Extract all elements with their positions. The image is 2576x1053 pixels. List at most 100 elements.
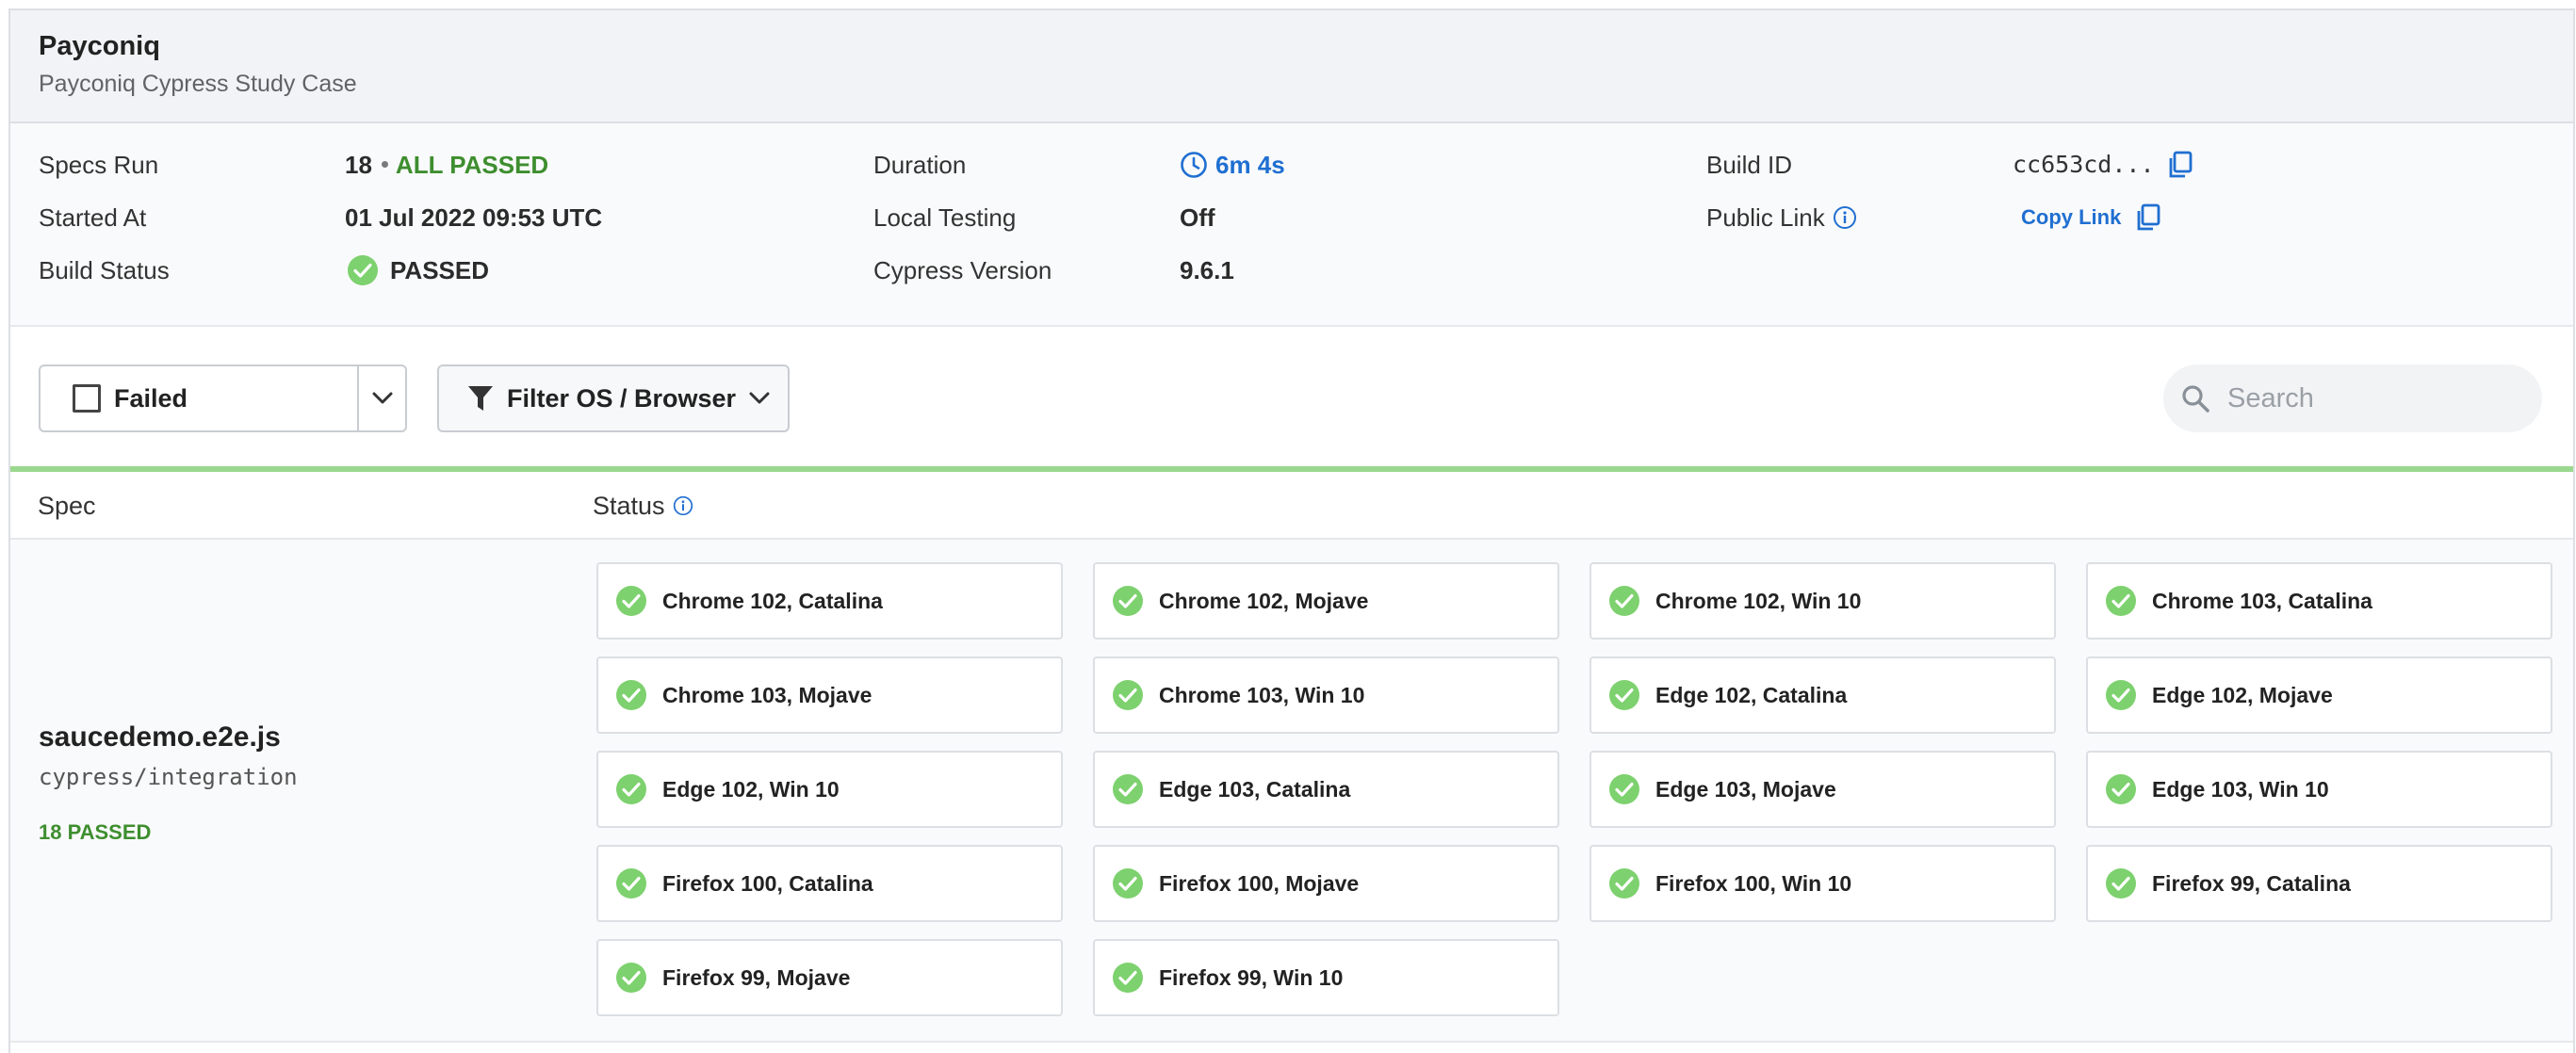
- check-circle-icon: [616, 680, 646, 710]
- duration-text: 6m 4s: [1215, 151, 1285, 179]
- public-link-row: Public Link: [1706, 201, 1857, 235]
- run-card-label: Firefox 100, Mojave: [1159, 870, 1360, 896]
- failed-filter-dropdown: Failed: [39, 364, 407, 432]
- run-card-label: Chrome 103, Mojave: [662, 682, 872, 707]
- check-circle-icon: [1113, 680, 1143, 710]
- run-card[interactable]: Edge 102, Win 10: [596, 751, 1063, 828]
- spec-row: saucedemo.e2e.js cypress/integration 18 …: [10, 540, 2573, 1043]
- specs-run-row: Specs Run: [39, 148, 158, 182]
- run-card[interactable]: Edge 102, Catalina: [1590, 656, 2056, 734]
- started-at-value: 01 Jul 2022 09:53 UTC: [345, 203, 603, 232]
- run-card-label: Firefox 99, Win 10: [1159, 964, 1344, 990]
- run-card[interactable]: Firefox 99, Catalina: [2086, 845, 2552, 922]
- run-card-label: Firefox 100, Catalina: [662, 870, 873, 896]
- local-testing-value: Off: [1180, 203, 1215, 232]
- spec-info: saucedemo.e2e.js cypress/integration 18 …: [39, 719, 298, 845]
- table-header: Spec Status: [10, 472, 2573, 540]
- duration-label: Duration: [873, 151, 967, 179]
- run-card-label: Chrome 102, Catalina: [662, 588, 883, 613]
- run-card-label: Chrome 102, Win 10: [1655, 588, 1862, 613]
- run-card[interactable]: Edge 103, Catalina: [1093, 751, 1559, 828]
- specs-run-count: 18: [345, 151, 372, 179]
- build-status-row: Build Status: [39, 253, 170, 287]
- spec-passed-count: 18 PASSED: [39, 820, 152, 844]
- search-icon: [2182, 385, 2209, 413]
- separator-dot: [381, 160, 388, 168]
- run-card-label: Firefox 99, Mojave: [662, 964, 851, 990]
- run-card[interactable]: Chrome 103, Win 10: [1093, 656, 1559, 734]
- info-icon[interactable]: [1833, 205, 1857, 230]
- run-card-label: Chrome 102, Mojave: [1159, 588, 1369, 613]
- run-card[interactable]: Firefox 99, Mojave: [596, 939, 1063, 1016]
- run-card-label: Firefox 99, Catalina: [2152, 870, 2351, 896]
- run-card-label: Chrome 103, Win 10: [1159, 682, 1365, 707]
- run-card[interactable]: Chrome 102, Mojave: [1093, 562, 1559, 640]
- run-card-label: Edge 102, Mojave: [2152, 682, 2333, 707]
- run-card[interactable]: Chrome 103, Catalina: [2086, 562, 2552, 640]
- filter-os-browser-button[interactable]: Filter OS / Browser: [437, 364, 790, 432]
- check-circle-icon: [2106, 586, 2136, 616]
- check-circle-icon: [348, 255, 378, 285]
- spec-name[interactable]: saucedemo.e2e.js: [39, 719, 298, 756]
- specs-run-value: 18 ALL PASSED: [345, 148, 548, 182]
- failed-filter-toggle[interactable]: Failed: [41, 366, 359, 430]
- check-circle-icon: [1113, 963, 1143, 993]
- chevron-down-icon: [749, 392, 770, 404]
- run-card-label: Edge 103, Mojave: [1655, 776, 1836, 802]
- build-status-text: PASSED: [390, 256, 489, 284]
- copy-link-control: Copy Link: [2021, 201, 2162, 235]
- run-card-label: Edge 103, Win 10: [2152, 776, 2329, 802]
- build-status-label: Build Status: [39, 256, 170, 284]
- copy-link-icon[interactable]: [2134, 202, 2162, 233]
- info-icon[interactable]: [673, 495, 693, 516]
- check-circle-icon: [2106, 680, 2136, 710]
- build-id-value: cc653cd...: [2013, 148, 2194, 182]
- check-circle-icon: [1113, 586, 1143, 616]
- project-title: Payconiq: [39, 31, 160, 61]
- run-card[interactable]: Edge 102, Mojave: [2086, 656, 2552, 734]
- run-card[interactable]: Firefox 100, Mojave: [1093, 845, 1559, 922]
- build-id-label: Build ID: [1706, 151, 1793, 179]
- started-at-row: Started At: [39, 201, 146, 235]
- chevron-down-icon: [372, 392, 392, 404]
- run-card[interactable]: Firefox 100, Catalina: [596, 845, 1063, 922]
- project-subtitle: Payconiq Cypress Study Case: [39, 71, 357, 97]
- duration-value: 6m 4s: [1180, 148, 1285, 182]
- spec-column-label: Spec: [38, 492, 96, 520]
- started-at-label: Started At: [39, 203, 147, 232]
- run-card[interactable]: Edge 103, Win 10: [2086, 751, 2552, 828]
- check-circle-icon: [1609, 680, 1639, 710]
- status-column-label: Status: [593, 492, 665, 520]
- run-card-label: Chrome 103, Catalina: [2152, 588, 2372, 613]
- specs-run-label: Specs Run: [39, 151, 159, 179]
- search-input[interactable]: [2227, 382, 2510, 414]
- local-testing-label: Local Testing: [873, 203, 1017, 232]
- copy-link-button[interactable]: Copy Link: [2021, 201, 2121, 235]
- check-circle-icon: [616, 774, 646, 804]
- run-card-label: Edge 102, Catalina: [1655, 682, 1848, 707]
- check-circle-icon: [1113, 774, 1143, 804]
- search-box: [2163, 364, 2542, 432]
- project-header: Payconiq Payconiq Cypress Study Case: [10, 10, 2573, 123]
- run-status-grid: Chrome 102, Catalina Chrome 102, Mojave Ch…: [596, 562, 2552, 1016]
- status-column-header: Status: [593, 489, 693, 523]
- check-circle-icon: [616, 963, 646, 993]
- check-circle-icon: [1113, 868, 1143, 899]
- run-card[interactable]: Chrome 103, Mojave: [596, 656, 1063, 734]
- failed-dropdown-toggle[interactable]: [359, 366, 405, 430]
- check-circle-icon: [616, 868, 646, 899]
- failed-checkbox[interactable]: [73, 384, 101, 413]
- filter-os-browser-label: Filter OS / Browser: [507, 383, 737, 413]
- run-card[interactable]: Edge 103, Mojave: [1590, 751, 2056, 828]
- spec-column-header: Spec: [38, 489, 96, 523]
- check-circle-icon: [616, 586, 646, 616]
- cypress-version-label: Cypress Version: [873, 256, 1052, 284]
- build-summary: Specs Run 18 ALL PASSED Started At 01 Ju…: [10, 123, 2573, 327]
- copy-build-id-icon[interactable]: [2166, 150, 2194, 180]
- build-status-value: PASSED: [347, 253, 489, 287]
- run-card[interactable]: Firefox 99, Win 10: [1093, 939, 1559, 1016]
- run-card[interactable]: Chrome 102, Catalina: [596, 562, 1063, 640]
- run-card-label: Edge 103, Catalina: [1159, 776, 1351, 802]
- run-card[interactable]: Firefox 100, Win 10: [1590, 845, 2056, 922]
- run-card[interactable]: Chrome 102, Win 10: [1590, 562, 2056, 640]
